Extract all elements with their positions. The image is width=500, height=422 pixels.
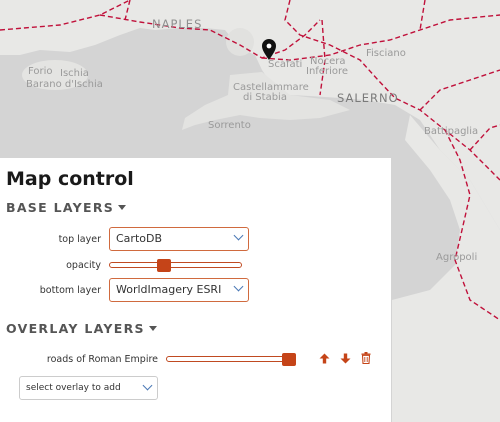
arrow-up-icon[interactable] (319, 353, 330, 364)
chevron-down-icon (233, 230, 244, 241)
top-layer-select[interactable]: CartoDB (109, 227, 249, 251)
opacity-slider[interactable] (109, 262, 242, 268)
label-ischia: Ischia (60, 68, 89, 79)
opacity-slider-thumb[interactable] (156, 259, 171, 272)
chevron-down-icon (142, 380, 153, 391)
arrow-down-icon[interactable] (340, 353, 351, 364)
vesuvius (226, 28, 254, 56)
label-scafati: Scafati (268, 59, 302, 70)
label-fisciano: Fisciano (366, 48, 406, 59)
bottom-layer-value: WorldImagery ESRI (116, 283, 222, 296)
opacity-label: opacity (66, 260, 101, 271)
overlay-layers-heading: OVERLAY LAYERS (6, 321, 145, 336)
caret-down-icon (118, 205, 127, 210)
bottom-layer-label: bottom layer (39, 285, 101, 296)
label-inferiore: Inferiore (306, 66, 348, 77)
base-layers-heading: BASE LAYERS (6, 200, 115, 215)
label-agropoli: Agropoli (436, 252, 477, 263)
label-naples: NAPLES (152, 17, 202, 31)
label-di-stabia: di Stabia (243, 92, 287, 103)
overlay-opacity-slider-thumb[interactable] (282, 353, 296, 366)
label-battipaglia: Battipaglia (424, 126, 478, 137)
add-overlay-placeholder: select overlay to add (26, 383, 121, 393)
bottom-layer-select[interactable]: WorldImagery ESRI (109, 278, 249, 302)
overlay-layer-label: roads of Roman Empire (46, 354, 158, 365)
map-control-panel: Map control BASE LAYERS top layer CartoD… (0, 158, 391, 422)
top-layer-value: CartoDB (116, 232, 163, 245)
trash-icon[interactable] (361, 352, 371, 364)
label-barano: Barano d'Ischia (26, 79, 103, 90)
base-layers-toggle[interactable]: BASE LAYERS (6, 200, 127, 215)
panel-title: Map control (6, 168, 134, 190)
label-salerno: SALERNO (337, 91, 399, 105)
caret-down-icon (148, 326, 157, 331)
label-forio: Forio (28, 66, 53, 77)
label-sorrento: Sorrento (208, 120, 251, 131)
overlay-opacity-slider[interactable] (166, 356, 296, 362)
overlay-layers-toggle[interactable]: OVERLAY LAYERS (6, 321, 157, 336)
add-overlay-select[interactable]: select overlay to add (19, 376, 158, 400)
chevron-down-icon (233, 281, 244, 292)
top-layer-label: top layer (58, 234, 101, 245)
